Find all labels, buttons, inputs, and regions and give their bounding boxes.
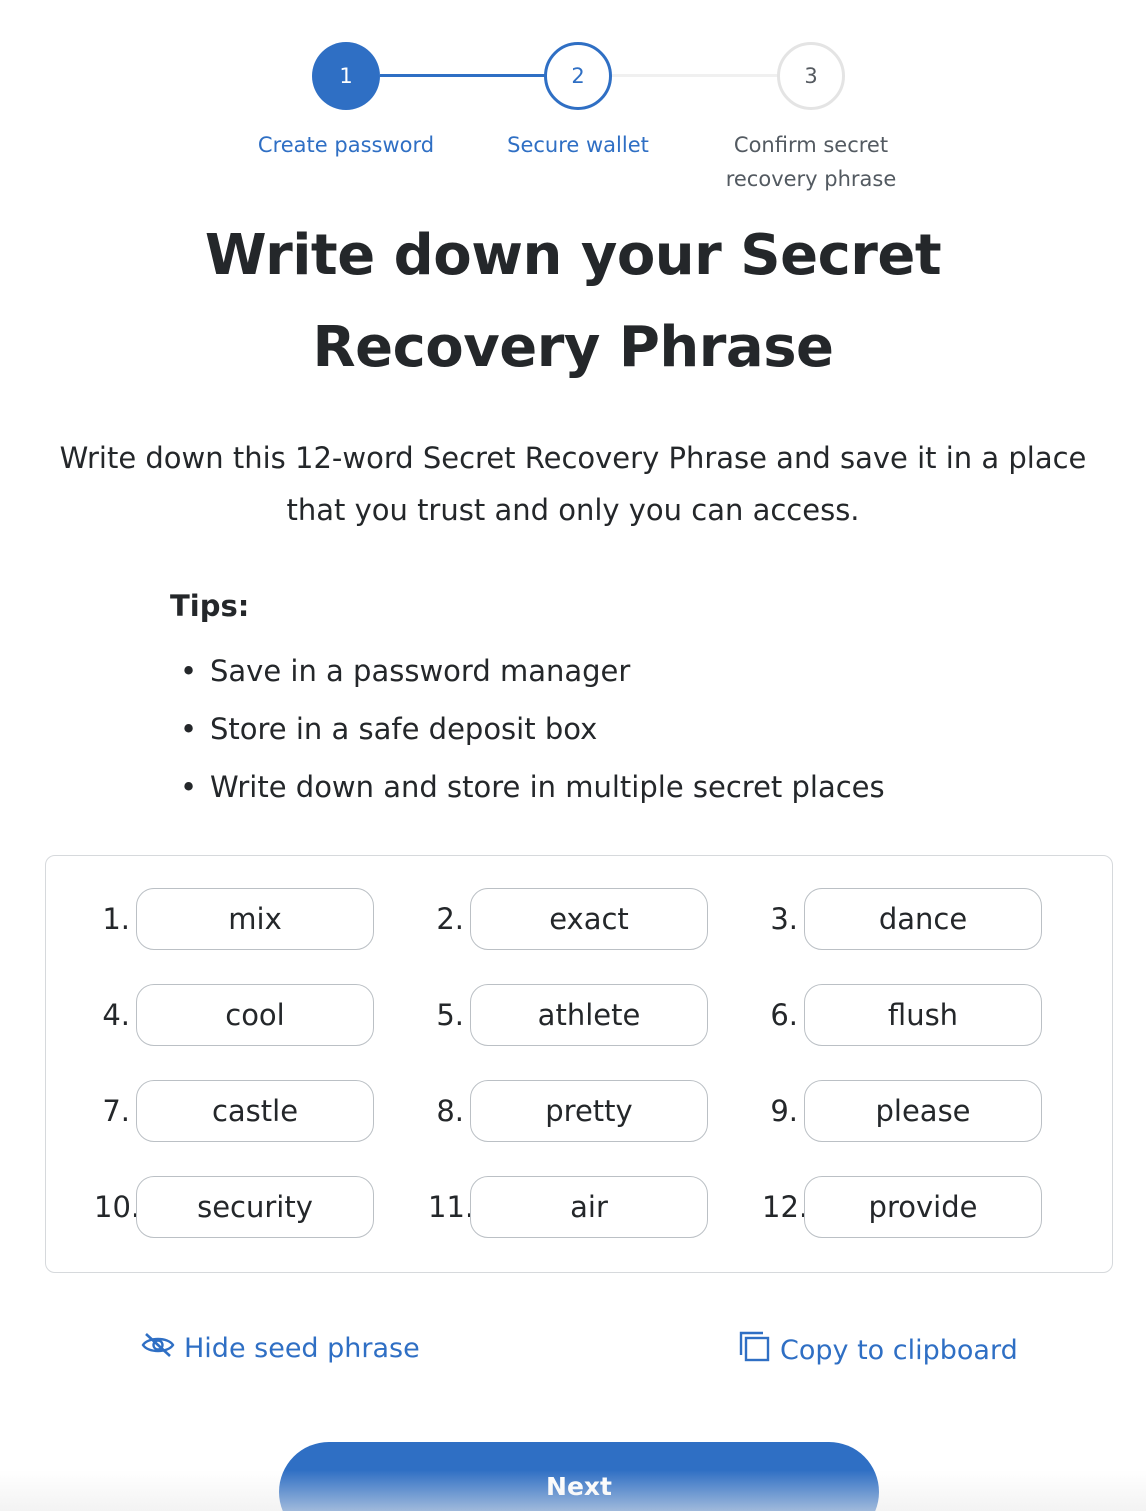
tips-section: Tips: • Save in a password manager • Store… xyxy=(170,584,1050,816)
recovery-phrase-box: 1. mix 2. exact 3. dance 4. cool 5. athlete 6… xyxy=(45,855,1113,1273)
phrase-word-6: 6. flush xyxy=(762,984,1096,1080)
eye-slash-icon xyxy=(140,1330,184,1367)
step-3-circle: 3 xyxy=(777,42,845,110)
word-chip: dance xyxy=(804,888,1042,950)
page-title: Write down your Secret Recovery Phrase xyxy=(204,223,942,380)
bullet-icon: • xyxy=(180,770,198,804)
phrase-word-9: 9. please xyxy=(762,1080,1096,1176)
phrase-word-1: 1. mix xyxy=(94,888,428,984)
step-2-circle: 2 xyxy=(544,42,612,110)
hide-seed-phrase-label: Hide seed phrase xyxy=(184,1333,420,1364)
word-number: 7. xyxy=(102,1094,130,1128)
word-number: 12. xyxy=(762,1190,809,1224)
tip-text: Save in a password manager xyxy=(210,654,631,688)
word-chip: exact xyxy=(470,888,708,950)
secure-wallet-page: 1 2 3 Create password Secure wallet Conf… xyxy=(0,0,1146,1511)
step-3-label: Confirm secret recovery phrase xyxy=(725,133,897,191)
page-description: Write down this 12-word Secret Recovery … xyxy=(59,441,1087,527)
step-1-label: Create password xyxy=(257,133,435,157)
word-number: 6. xyxy=(770,998,798,1032)
hide-seed-phrase-button[interactable]: Hide seed phrase xyxy=(140,1330,420,1367)
phrase-word-2: 2. exact xyxy=(428,888,762,984)
bullet-icon: • xyxy=(180,654,198,688)
word-number: 8. xyxy=(436,1094,464,1128)
recovery-phrase-grid: 1. mix 2. exact 3. dance 4. cool 5. athlete 6… xyxy=(94,888,1096,1272)
word-chip: air xyxy=(470,1176,708,1238)
tips-list: • Save in a password manager • Store in a … xyxy=(170,642,1050,816)
stepper-connector-2 xyxy=(612,74,778,77)
word-number: 2. xyxy=(436,902,464,936)
word-number: 4. xyxy=(102,998,130,1032)
word-chip: please xyxy=(804,1080,1042,1142)
word-number: 1. xyxy=(102,902,130,936)
word-number: 11. xyxy=(428,1190,475,1224)
word-number: 9. xyxy=(770,1094,798,1128)
stepper-connector-1 xyxy=(380,74,545,77)
word-number: 3. xyxy=(770,902,798,936)
tip-text: Store in a safe deposit box xyxy=(210,712,598,746)
copy-to-clipboard-button[interactable]: Copy to clipboard xyxy=(738,1330,1018,1371)
step-2-label: Secure wallet xyxy=(507,133,649,157)
tip-text: Write down and store in multiple secret … xyxy=(210,770,885,804)
word-chip: provide xyxy=(804,1176,1042,1238)
word-chip: pretty xyxy=(470,1080,708,1142)
tips-heading: Tips: xyxy=(170,589,250,623)
word-chip: cool xyxy=(136,984,374,1046)
tip-item: • Write down and store in multiple secret… xyxy=(170,758,1050,816)
phrase-word-12: 12. provide xyxy=(762,1176,1096,1272)
phrase-word-11: 11. air xyxy=(428,1176,762,1272)
word-number: 5. xyxy=(436,998,464,1032)
bullet-icon: • xyxy=(180,712,198,746)
word-chip: security xyxy=(136,1176,374,1238)
copy-icon xyxy=(738,1330,780,1371)
word-number: 10. xyxy=(94,1190,141,1224)
phrase-word-10: 10. security xyxy=(94,1176,428,1272)
word-chip: flush xyxy=(804,984,1042,1046)
word-chip: mix xyxy=(136,888,374,950)
step-1-circle: 1 xyxy=(312,42,380,110)
tip-item: • Store in a safe deposit box xyxy=(170,700,1050,758)
phrase-word-4: 4. cool xyxy=(94,984,428,1080)
copy-to-clipboard-label: Copy to clipboard xyxy=(780,1335,1018,1366)
next-button[interactable]: Next xyxy=(279,1442,879,1511)
phrase-word-5: 5. athlete xyxy=(428,984,762,1080)
phrase-word-3: 3. dance xyxy=(762,888,1096,984)
word-chip: athlete xyxy=(470,984,708,1046)
word-chip: castle xyxy=(136,1080,374,1142)
tip-item: • Save in a password manager xyxy=(170,642,1050,700)
phrase-word-7: 7. castle xyxy=(94,1080,428,1176)
phrase-word-8: 8. pretty xyxy=(428,1080,762,1176)
